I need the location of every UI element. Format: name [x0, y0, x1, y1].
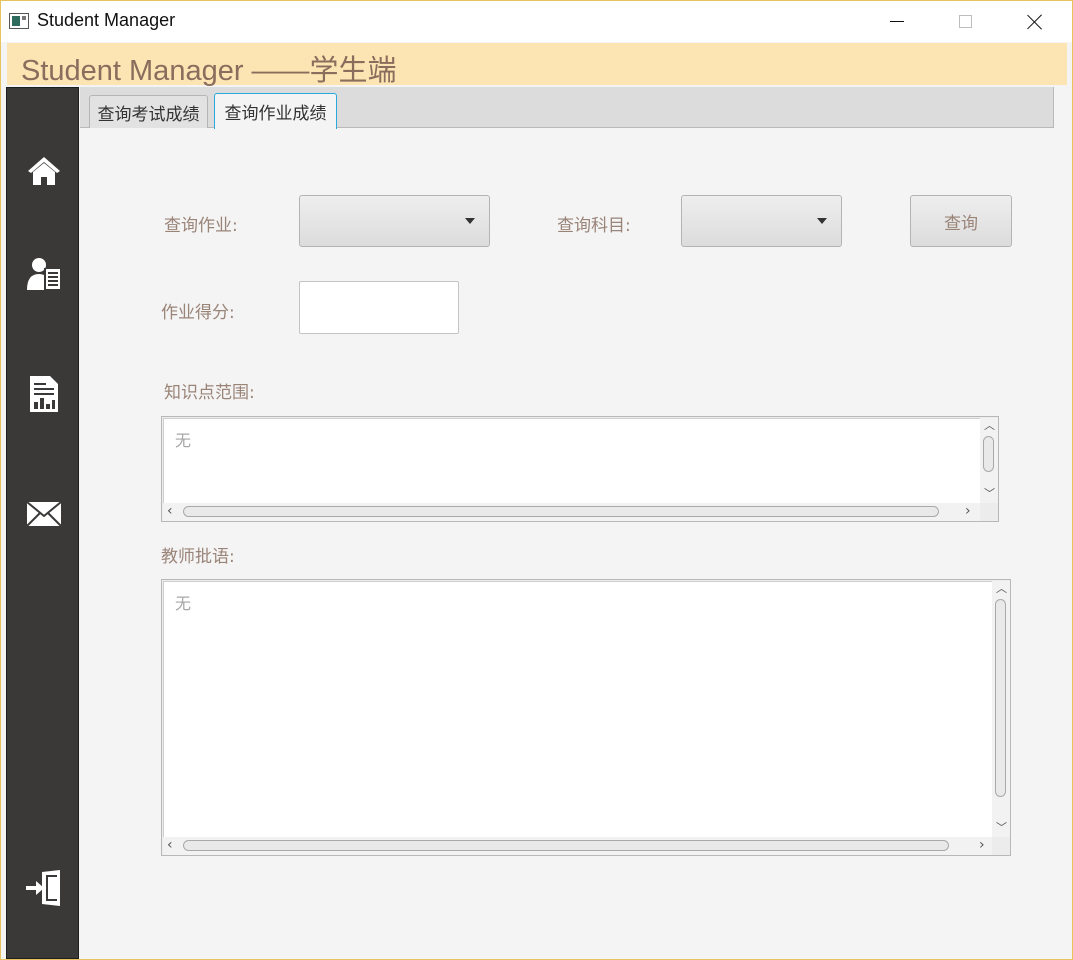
subject-label: 查询科目:: [557, 216, 631, 236]
sidebar-item-home[interactable]: [7, 141, 80, 201]
score-field[interactable]: [299, 281, 459, 334]
minimize-button[interactable]: [867, 1, 927, 42]
score-label: 作业得分:: [161, 303, 235, 323]
maximize-icon: [958, 15, 972, 28]
knowledge-vscrollbar[interactable]: ︿ ﹀: [980, 418, 998, 503]
app-icon: [9, 13, 29, 29]
close-icon: [1027, 14, 1043, 30]
title-bar: Student Manager: [1, 1, 1072, 42]
knowledge-label: 知识点范围:: [164, 383, 255, 403]
app-header-title: Student Manager ——学生端: [21, 55, 397, 87]
chevron-right-icon[interactable]: ›: [979, 838, 985, 852]
comment-text: 无: [175, 594, 192, 613]
user-list-icon: [26, 258, 60, 290]
chevron-up-icon[interactable]: ︿: [996, 583, 1007, 594]
chevron-down-icon: [465, 218, 475, 224]
chevron-right-icon[interactable]: ›: [965, 504, 971, 518]
comment-hscroll-thumb[interactable]: [183, 840, 949, 851]
subject-combo[interactable]: [681, 195, 842, 247]
sidebar-item-profile[interactable]: [7, 244, 80, 304]
comment-vscrollbar[interactable]: ︿ ﹀: [992, 581, 1010, 837]
chevron-down-icon[interactable]: ﹀: [996, 822, 1007, 833]
knowledge-content[interactable]: 无: [163, 418, 980, 503]
comment-content[interactable]: 无: [163, 581, 992, 837]
logout-door-icon: [25, 870, 60, 906]
app-header: Student Manager ——学生端: [7, 43, 1067, 87]
homework-combo[interactable]: [299, 195, 490, 247]
close-button[interactable]: [1005, 1, 1065, 42]
knowledge-text: 无: [175, 431, 192, 450]
sidebar-item-logout[interactable]: [7, 858, 80, 918]
maximize-button[interactable]: [935, 1, 995, 42]
window-title: Student Manager: [37, 10, 176, 30]
knowledge-textarea[interactable]: 无 ︿ ﹀ ‹ ›: [161, 416, 999, 522]
tab-homework-scores[interactable]: 查询作业成绩: [214, 93, 337, 129]
chevron-down-icon[interactable]: ﹀: [984, 488, 995, 499]
app-window: Student Manager Student Manager ——学生端 查询…: [0, 0, 1073, 960]
comment-label: 教师批语:: [161, 547, 235, 567]
knowledge-hscrollbar[interactable]: ‹ ›: [163, 503, 980, 521]
sidebar-item-reports[interactable]: [7, 364, 80, 424]
chevron-down-icon: [817, 218, 827, 224]
query-button[interactable]: 查询: [910, 195, 1012, 247]
knowledge-hscroll-thumb[interactable]: [183, 506, 939, 517]
chevron-up-icon[interactable]: ︿: [984, 420, 995, 431]
tab-bar: 查询考试成绩 查询作业成绩: [80, 87, 1054, 129]
mail-icon: [25, 501, 62, 527]
sidebar-item-messages[interactable]: [7, 484, 80, 544]
knowledge-vscroll-thumb[interactable]: [983, 436, 994, 472]
chevron-left-icon[interactable]: ‹: [167, 838, 173, 852]
sidebar: [6, 87, 79, 959]
comment-vscroll-thumb[interactable]: [995, 599, 1006, 797]
report-chart-icon: [29, 376, 58, 412]
chevron-left-icon[interactable]: ‹: [167, 504, 173, 518]
comment-hscrollbar[interactable]: ‹ ›: [163, 837, 992, 855]
comment-textarea[interactable]: 无 ︿ ﹀ ‹ ›: [161, 579, 1011, 856]
homework-label: 查询作业:: [164, 216, 238, 236]
minimize-icon: [890, 21, 904, 22]
home-icon: [27, 157, 60, 185]
tab-exam-scores[interactable]: 查询考试成绩: [89, 95, 208, 128]
